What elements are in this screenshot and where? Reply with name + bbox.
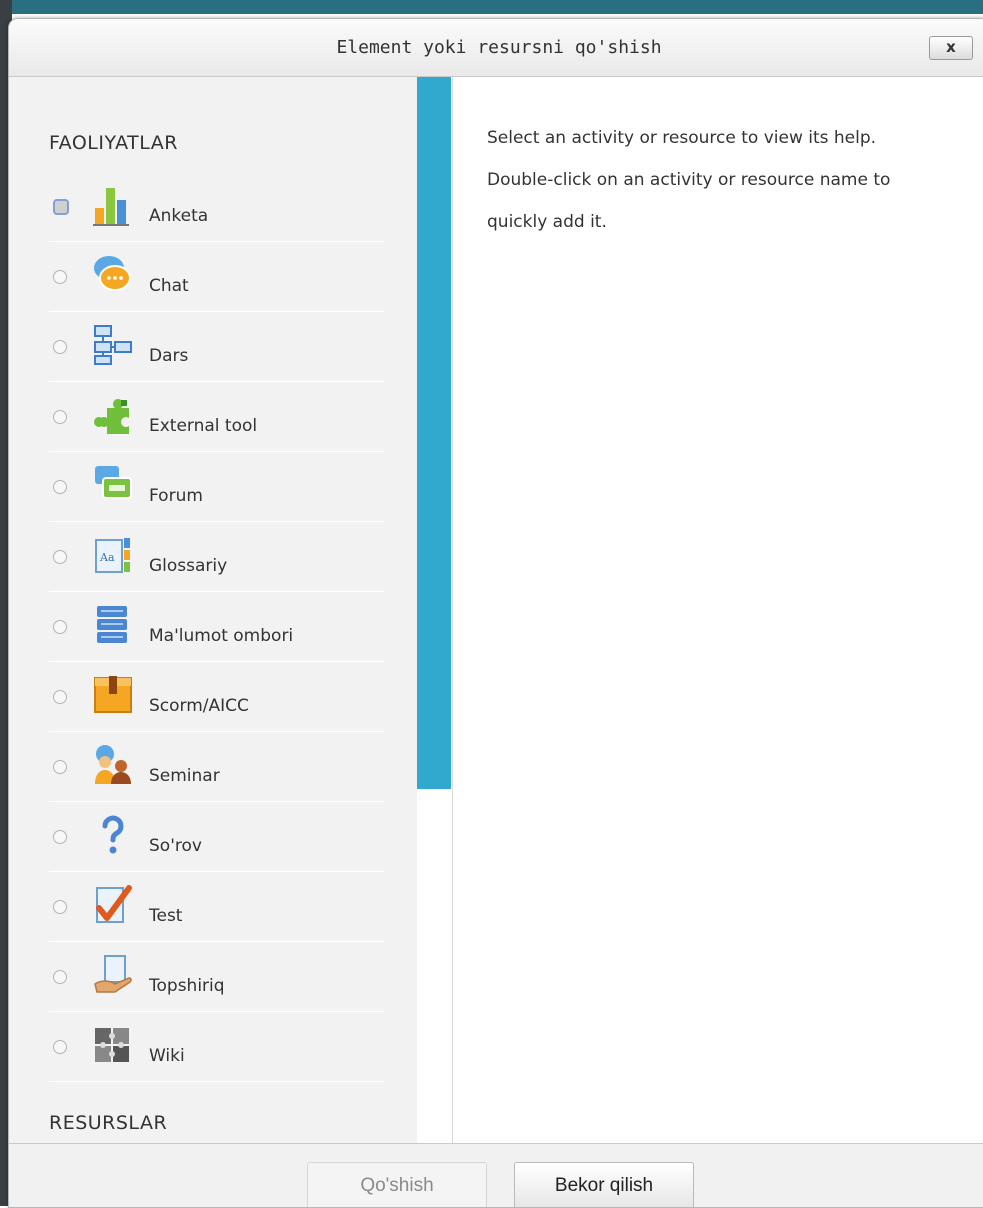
options-scrollbar[interactable]	[417, 77, 453, 1143]
radio-button[interactable]	[53, 270, 67, 284]
quiz-checkmark-icon	[96, 885, 132, 923]
module-label: Chat	[149, 276, 189, 296]
section-title-resources: RESURSLAR	[49, 1112, 168, 1134]
help-pane: Select an activity or resource to view i…	[454, 77, 983, 1143]
chat-bubble-icon	[94, 256, 131, 291]
puzzle-piece-icon	[94, 399, 129, 434]
cancel-button[interactable]: Bekor qilish	[514, 1162, 694, 1207]
module-label: Anketa	[149, 206, 209, 226]
activity-options-list[interactable]: FAOLIYATLAR Anketa Chat Dars External to…	[9, 77, 417, 1143]
glossary-book-icon: Aa	[95, 538, 130, 573]
radio-button[interactable]	[53, 550, 67, 564]
radio-button[interactable]	[53, 410, 67, 424]
scrollbar-thumb[interactable]	[417, 77, 451, 789]
module-option-anketa[interactable]: Anketa	[49, 172, 384, 242]
assignment-hand-icon	[94, 955, 132, 993]
wiki-puzzle-icon	[95, 1028, 129, 1062]
module-label: Scorm/AICC	[149, 696, 249, 716]
module-label: Seminar	[149, 766, 220, 786]
radio-button[interactable]	[53, 900, 67, 914]
dialog-title: Element yoki resursni qo'shish	[336, 37, 662, 58]
module-option-wiki[interactable]: Wiki	[49, 1012, 384, 1082]
section-title-activities: FAOLIYATLAR	[49, 132, 178, 154]
radio-button[interactable]	[53, 690, 67, 704]
workshop-people-icon	[95, 745, 131, 784]
add-button[interactable]: Qo'shish	[307, 1162, 487, 1207]
module-label: Test	[149, 906, 183, 926]
close-icon: x	[946, 38, 956, 56]
forum-bubbles-icon	[95, 466, 132, 499]
radio-button[interactable]	[53, 480, 67, 494]
module-label: External tool	[149, 416, 258, 436]
module-option-test[interactable]: Test	[49, 872, 384, 942]
dialog-footer: Qo'shish Bekor qilish	[9, 1143, 983, 1207]
close-button[interactable]: x	[929, 36, 973, 60]
module-option-sorov[interactable]: So'rov	[49, 802, 384, 872]
database-icon	[97, 606, 127, 643]
background-header-strip	[0, 0, 983, 14]
module-option-forum[interactable]: Forum	[49, 452, 384, 522]
radio-button[interactable]	[53, 340, 67, 354]
bar-chart-icon	[93, 188, 129, 226]
radio-button[interactable]	[53, 970, 67, 984]
module-label: Wiki	[149, 1046, 185, 1066]
module-option-malumot-ombori[interactable]: Ma'lumot ombori	[49, 592, 384, 662]
question-mark-icon	[102, 815, 124, 854]
radio-button[interactable]	[53, 199, 69, 215]
module-label: Ma'lumot ombori	[149, 626, 294, 646]
package-box-icon	[94, 676, 132, 713]
svg-text:Aa: Aa	[99, 551, 115, 564]
radio-button[interactable]	[53, 620, 67, 634]
module-label: Dars	[149, 346, 189, 366]
module-label: Topshiriq	[149, 976, 225, 996]
module-option-topshiriq[interactable]: Topshiriq	[49, 942, 384, 1012]
module-label: So'rov	[149, 836, 202, 856]
radio-button[interactable]	[53, 760, 67, 774]
module-option-external-tool[interactable]: External tool	[49, 382, 384, 452]
lesson-flow-icon	[94, 325, 132, 365]
module-option-seminar[interactable]: Seminar	[49, 732, 384, 802]
help-text: Select an activity or resource to view i…	[487, 128, 891, 232]
module-option-dars[interactable]: Dars	[49, 312, 384, 382]
radio-button[interactable]	[53, 1040, 67, 1054]
module-label: Glossariy	[149, 556, 228, 576]
radio-button[interactable]	[53, 830, 67, 844]
module-option-glossariy[interactable]: Aa Glossariy	[49, 522, 384, 592]
module-option-scorm[interactable]: Scorm/AICC	[49, 662, 384, 732]
dialog-titlebar: Element yoki resursni qo'shish x	[9, 19, 983, 77]
module-option-chat[interactable]: Chat	[49, 242, 384, 312]
add-activity-dialog: Element yoki resursni qo'shish x FAOLIYA…	[8, 18, 983, 1208]
module-label: Forum	[149, 486, 203, 506]
